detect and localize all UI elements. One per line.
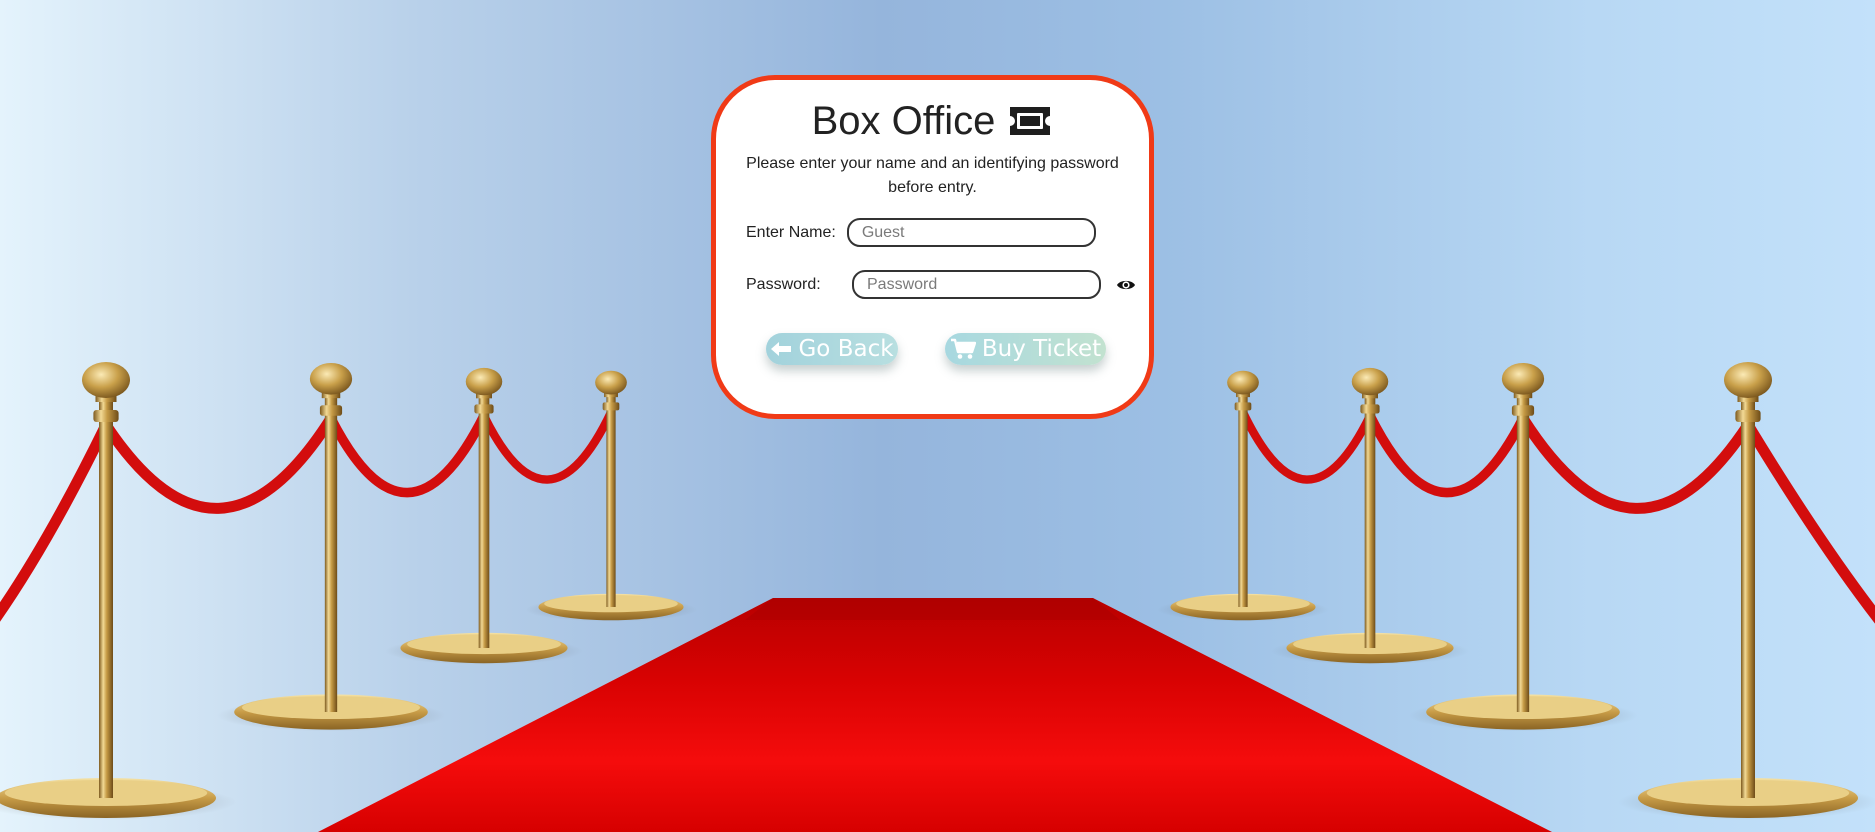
name-input[interactable] xyxy=(846,218,1096,247)
stanchion-post xyxy=(385,367,583,665)
buy-ticket-button[interactable]: Buy Ticket xyxy=(945,333,1106,365)
intro-text: Please enter your name and an identifyin… xyxy=(746,155,1119,196)
go-back-button[interactable]: Go Back xyxy=(766,333,898,365)
stanchion-post xyxy=(1157,370,1329,622)
velvet-rope xyxy=(1365,410,1528,498)
stanchion-post xyxy=(216,362,446,732)
stanchion-post xyxy=(1271,367,1469,665)
shopping-cart-icon xyxy=(950,338,976,359)
stanchion-post xyxy=(1408,362,1638,732)
eye-icon[interactable] xyxy=(1116,278,1136,292)
velvet-rope xyxy=(100,412,337,514)
stanchion-post xyxy=(0,362,236,820)
velvet-rope xyxy=(326,410,489,498)
velvet-rope xyxy=(1238,408,1375,484)
page-title: Box Office xyxy=(811,99,996,143)
ticket-icon xyxy=(1010,107,1051,135)
password-row: Password: xyxy=(746,270,1136,299)
stanchion-post xyxy=(1618,362,1875,820)
box-office-card: Box Office Please enter your name and an… xyxy=(711,75,1154,419)
buy-ticket-label: Buy Ticket xyxy=(981,336,1102,362)
title-row: Box Office xyxy=(716,98,1149,144)
velvet-rope xyxy=(0,419,112,622)
name-row: Enter Name: xyxy=(746,218,1096,247)
password-input[interactable] xyxy=(852,270,1101,299)
arrow-left-icon xyxy=(771,342,792,356)
name-label: Enter Name: xyxy=(746,223,836,241)
password-label: Password: xyxy=(746,275,821,293)
stanchion-post xyxy=(525,370,697,622)
velvet-rope xyxy=(479,408,616,484)
go-back-label: Go Back xyxy=(798,336,894,362)
velvet-rope xyxy=(1742,419,1875,624)
velvet-rope xyxy=(1517,412,1754,514)
